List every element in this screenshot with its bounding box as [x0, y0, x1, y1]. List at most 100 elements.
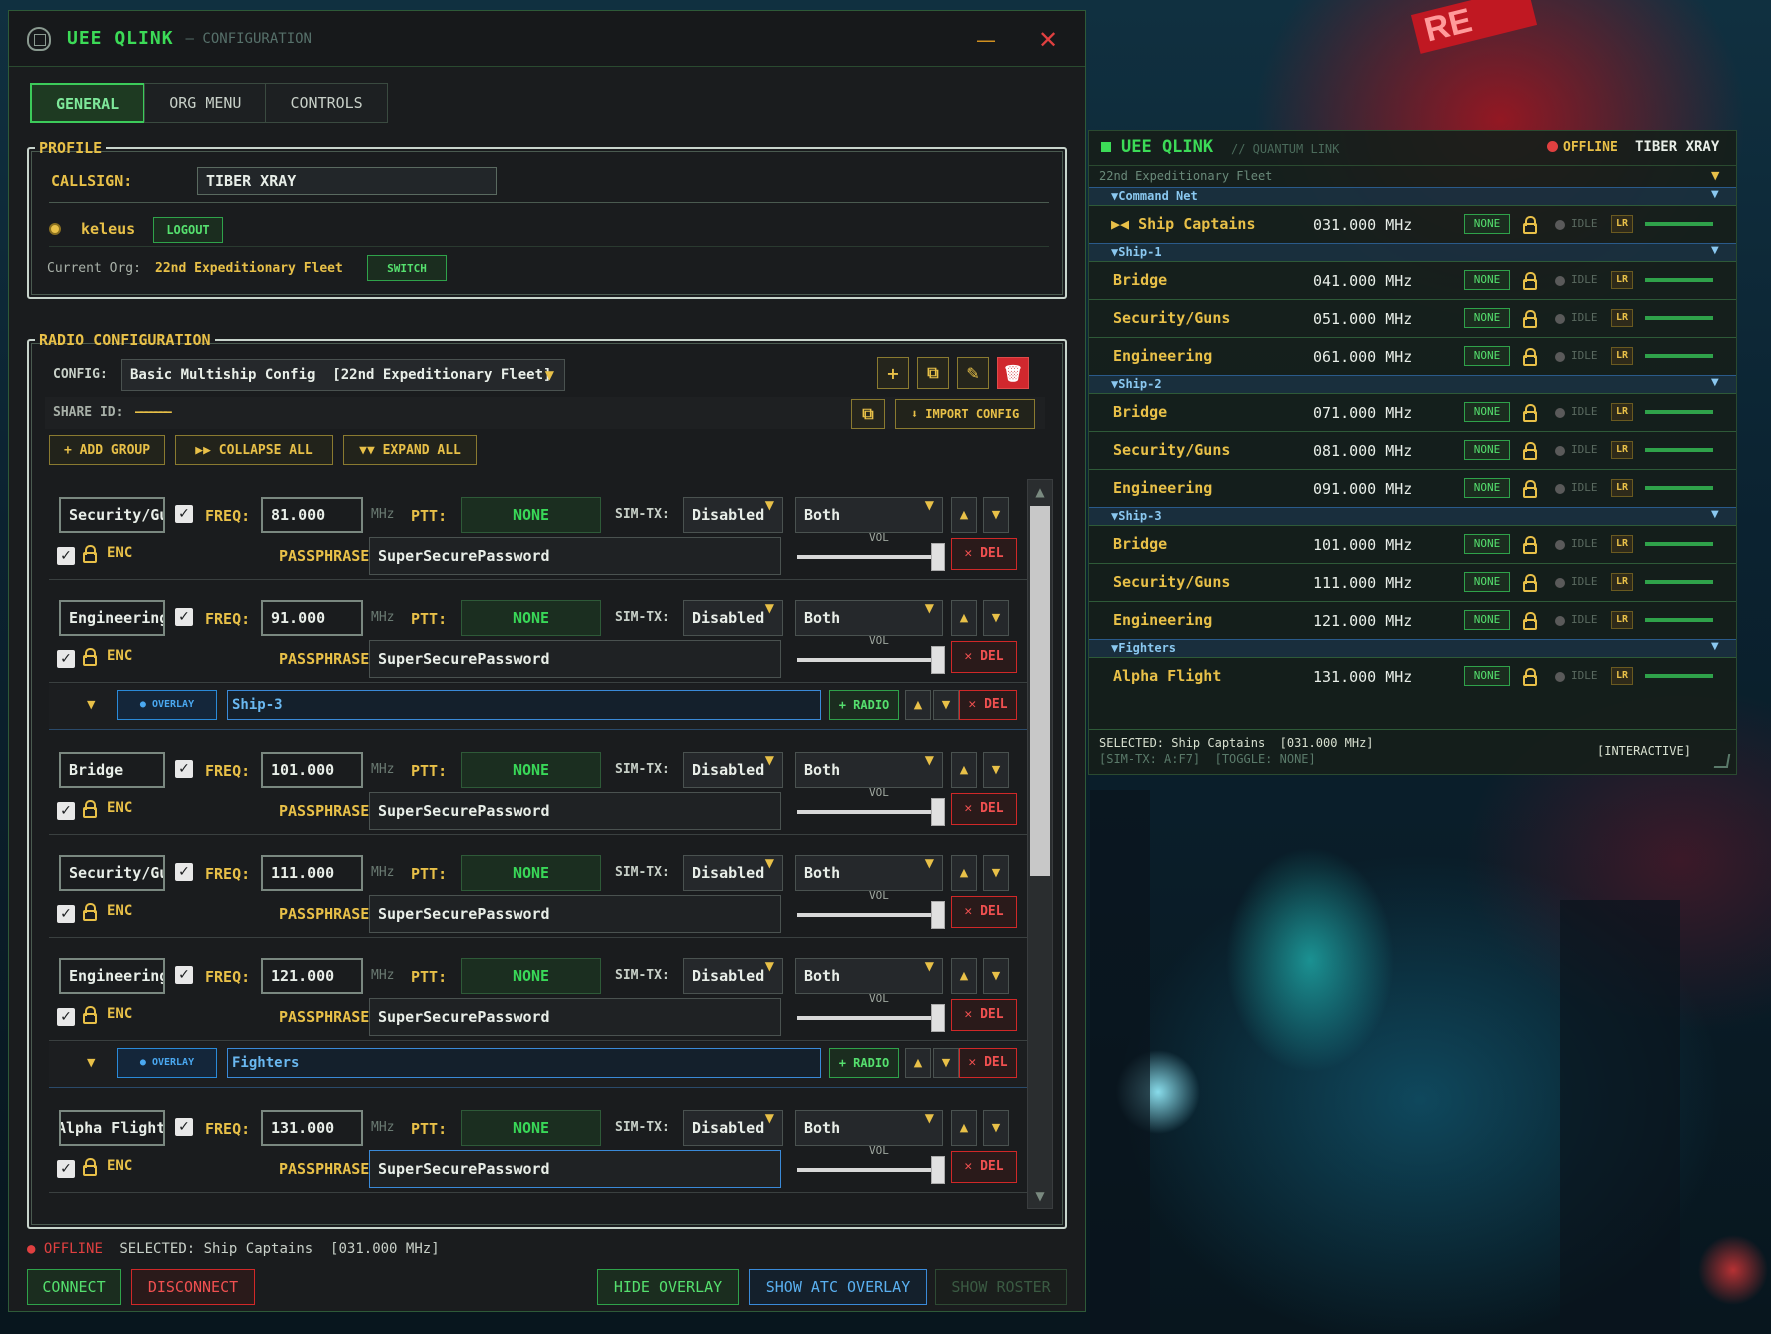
overlay-group-header[interactable]: ▼Ship-3 ▼: [1089, 507, 1736, 525]
radio-enabled-checkbox[interactable]: ✓: [175, 608, 193, 626]
collapse-toggle-icon[interactable]: ▼: [87, 698, 95, 711]
volume-slider-knob[interactable]: [931, 543, 945, 571]
passphrase-input[interactable]: SuperSecurePassword: [369, 792, 781, 830]
passphrase-input[interactable]: SuperSecurePassword: [369, 998, 781, 1036]
delete-radio-button[interactable]: ✕ DEL: [951, 793, 1017, 825]
scroll-up-icon[interactable]: ▲: [1028, 480, 1052, 504]
group-move-up-button[interactable]: ▲: [905, 690, 931, 720]
overlay-channel-row[interactable]: Bridge 041.000 MHz NONE IDLE LR: [1089, 261, 1736, 299]
ptt-bind-button[interactable]: NONE: [461, 1110, 601, 1146]
overlay-channel-row[interactable]: Security/Guns 081.000 MHz NONE IDLE LR: [1089, 431, 1736, 469]
hide-overlay-button[interactable]: HIDE OVERLAY: [597, 1269, 739, 1305]
ptt-bind-button[interactable]: NONE: [461, 752, 601, 788]
freq-input[interactable]: 101.000: [261, 752, 363, 788]
overlay-channel-row[interactable]: Security/Guns 051.000 MHz NONE IDLE LR: [1089, 299, 1736, 337]
passphrase-input[interactable]: SuperSecurePassword: [369, 895, 781, 933]
share-id-value[interactable]: ———————: [135, 405, 172, 420]
delete-group-button[interactable]: ✕ DEL: [959, 690, 1017, 720]
overlay-toggle-button[interactable]: ● OVERLAY: [117, 690, 217, 720]
edit-config-icon[interactable]: ✎: [957, 357, 989, 389]
overlay-channel-row[interactable]: ▶◀ Ship Captains 031.000 MHz NONE IDLE L…: [1089, 205, 1736, 243]
freq-input[interactable]: 81.000: [261, 497, 363, 533]
radio-name-input[interactable]: Security/Guns: [59, 855, 165, 891]
passphrase-input[interactable]: SuperSecurePassword: [369, 640, 781, 678]
group-move-down-button[interactable]: ▼: [933, 1048, 959, 1078]
enc-checkbox[interactable]: ✓: [57, 547, 75, 565]
overlay-group-header[interactable]: ▼Fighters ▼: [1089, 639, 1736, 657]
connect-button[interactable]: CONNECT: [27, 1269, 121, 1305]
overlay-org-select[interactable]: 22nd Expeditionary Fleet ▼: [1089, 165, 1736, 187]
freq-input[interactable]: 121.000: [261, 958, 363, 994]
copy-share-id-icon[interactable]: ⧉: [851, 399, 885, 429]
move-down-button[interactable]: ▼: [983, 497, 1009, 533]
move-down-button[interactable]: ▼: [983, 752, 1009, 788]
add-config-icon[interactable]: +: [877, 357, 909, 389]
delete-radio-button[interactable]: ✕ DEL: [951, 641, 1017, 673]
add-radio-button[interactable]: + RADIO: [829, 1048, 899, 1078]
duplicate-config-icon[interactable]: ⧉: [917, 357, 949, 389]
overlay-group-header[interactable]: ▼Ship-2 ▼: [1089, 375, 1736, 393]
overlay-channel-row[interactable]: Alpha Flight 131.000 MHz NONE IDLE LR: [1089, 657, 1736, 695]
volume-slider-knob[interactable]: [931, 1004, 945, 1032]
volume-slider-knob[interactable]: [931, 798, 945, 826]
radio-enabled-checkbox[interactable]: ✓: [175, 1118, 193, 1136]
show-atc-overlay-button[interactable]: SHOW ATC OVERLAY: [749, 1269, 927, 1305]
simtx-select[interactable]: Disabled ▼: [683, 855, 783, 891]
group-name-input[interactable]: Fighters: [227, 1048, 821, 1078]
delete-radio-button[interactable]: ✕ DEL: [951, 1151, 1017, 1183]
move-up-button[interactable]: ▲: [951, 497, 977, 533]
move-down-button[interactable]: ▼: [983, 600, 1009, 636]
logout-button[interactable]: LOGOUT: [153, 217, 223, 243]
overlay-group-header[interactable]: ▼Command Net ▼: [1089, 187, 1736, 205]
volume-slider[interactable]: [797, 543, 945, 571]
move-up-button[interactable]: ▲: [951, 600, 977, 636]
freq-input[interactable]: 111.000: [261, 855, 363, 891]
move-down-button[interactable]: ▼: [983, 855, 1009, 891]
disconnect-button[interactable]: DISCONNECT: [131, 1269, 255, 1305]
radio-enabled-checkbox[interactable]: ✓: [175, 505, 193, 523]
freq-input[interactable]: 91.000: [261, 600, 363, 636]
scroll-down-icon[interactable]: ▼: [1028, 1184, 1052, 1208]
mode-select[interactable]: Both ▼: [795, 855, 943, 891]
move-down-button[interactable]: ▼: [983, 1110, 1009, 1146]
mode-select[interactable]: Both ▼: [795, 1110, 943, 1146]
enc-checkbox[interactable]: ✓: [57, 1008, 75, 1026]
callsign-input[interactable]: TIBER XRAY: [197, 167, 497, 195]
tab-controls[interactable]: CONTROLS: [265, 83, 388, 123]
delete-radio-button[interactable]: ✕ DEL: [951, 896, 1017, 928]
simtx-select[interactable]: Disabled ▼: [683, 600, 783, 636]
move-up-button[interactable]: ▲: [951, 958, 977, 994]
config-select[interactable]: Basic Multiship Config [22nd Expeditiona…: [121, 359, 565, 391]
delete-group-button[interactable]: ✕ DEL: [959, 1048, 1017, 1078]
overlay-channel-row[interactable]: Security/Guns 111.000 MHz NONE IDLE LR: [1089, 563, 1736, 601]
volume-slider[interactable]: [797, 901, 945, 929]
volume-slider-knob[interactable]: [931, 901, 945, 929]
overlay-header[interactable]: UEE QLINK // QUANTUM LINK OFFLINE TIBER …: [1089, 131, 1736, 165]
overlay-channel-row[interactable]: Engineering 091.000 MHz NONE IDLE LR: [1089, 469, 1736, 507]
delete-radio-button[interactable]: ✕ DEL: [951, 999, 1017, 1031]
ptt-bind-button[interactable]: NONE: [461, 855, 601, 891]
overlay-channel-row[interactable]: Engineering 061.000 MHz NONE IDLE LR: [1089, 337, 1736, 375]
delete-config-icon[interactable]: 🗑: [997, 357, 1029, 389]
ptt-bind-button[interactable]: NONE: [461, 497, 601, 533]
close-button[interactable]: ✕: [1031, 25, 1065, 55]
volume-slider-knob[interactable]: [931, 646, 945, 674]
move-up-button[interactable]: ▲: [951, 752, 977, 788]
volume-slider[interactable]: [797, 646, 945, 674]
mode-select[interactable]: Both ▼: [795, 752, 943, 788]
enc-checkbox[interactable]: ✓: [57, 1160, 75, 1178]
ptt-bind-button[interactable]: NONE: [461, 600, 601, 636]
volume-slider-knob[interactable]: [931, 1156, 945, 1184]
group-move-down-button[interactable]: ▼: [933, 690, 959, 720]
radio-name-input[interactable]: Engineering: [59, 958, 165, 994]
tab-org-menu[interactable]: ORG MENU: [144, 83, 267, 123]
add-radio-button[interactable]: + RADIO: [829, 690, 899, 720]
volume-slider[interactable]: [797, 1004, 945, 1032]
switch-org-button[interactable]: SWITCH: [367, 255, 447, 281]
simtx-select[interactable]: Disabled ▼: [683, 497, 783, 533]
mode-select[interactable]: Both ▼: [795, 600, 943, 636]
collapse-toggle-icon[interactable]: ▼: [87, 1056, 95, 1069]
enc-checkbox[interactable]: ✓: [57, 650, 75, 668]
passphrase-input[interactable]: SuperSecurePassword: [369, 537, 781, 575]
overlay-toggle-button[interactable]: ● OVERLAY: [117, 1048, 217, 1078]
